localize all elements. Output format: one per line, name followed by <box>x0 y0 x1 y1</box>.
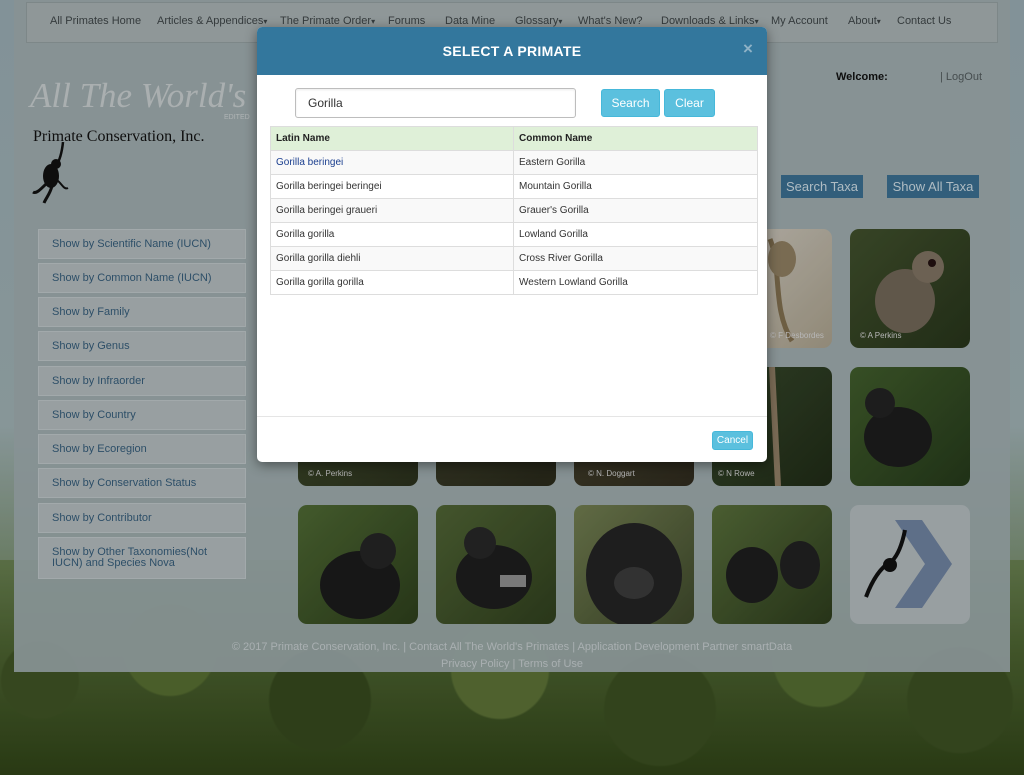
common-name-cell: Western Lowland Gorilla <box>513 270 758 295</box>
clear-button[interactable]: Clear <box>664 89 715 117</box>
select-primate-modal: SELECT A PRIMATE × Search Clear Latin Na… <box>257 27 767 462</box>
common-name-cell: Grauer's Gorilla <box>513 198 758 223</box>
search-button[interactable]: Search <box>601 89 660 117</box>
latin-name-cell[interactable]: Gorilla beringei graueri <box>270 198 514 223</box>
latin-name-cell[interactable]: Gorilla gorilla <box>270 222 514 247</box>
primate-search-input[interactable] <box>295 88 576 118</box>
latin-name-cell[interactable]: Gorilla beringei beringei <box>270 174 514 199</box>
modal-title: SELECT A PRIMATE <box>442 43 582 59</box>
column-header-latin-name: Latin Name <box>270 126 514 151</box>
table-row[interactable]: Gorilla beringei beringei Mountain Goril… <box>270 174 758 199</box>
common-name-cell: Cross River Gorilla <box>513 246 758 271</box>
common-name-cell: Eastern Gorilla <box>513 150 758 175</box>
latin-name-cell[interactable]: Gorilla beringei <box>270 150 514 175</box>
table-row[interactable]: Gorilla gorilla gorilla Western Lowland … <box>270 270 758 295</box>
common-name-cell: Lowland Gorilla <box>513 222 758 247</box>
results-table: Latin Name Common Name Gorilla beringei … <box>270 126 758 295</box>
table-row[interactable]: Gorilla gorilla Lowland Gorilla <box>270 222 758 247</box>
modal-footer: Cancel <box>257 416 767 462</box>
modal-header: SELECT A PRIMATE × <box>257 27 767 75</box>
table-header-row: Latin Name Common Name <box>270 126 758 151</box>
close-icon[interactable]: × <box>743 39 753 59</box>
table-row[interactable]: Gorilla beringei graueri Grauer's Gorill… <box>270 198 758 223</box>
table-row[interactable]: Gorilla beringei Eastern Gorilla <box>270 150 758 175</box>
latin-name-cell[interactable]: Gorilla gorilla gorilla <box>270 270 514 295</box>
common-name-cell: Mountain Gorilla <box>513 174 758 199</box>
latin-name-cell[interactable]: Gorilla gorilla diehli <box>270 246 514 271</box>
cancel-button[interactable]: Cancel <box>712 431 753 450</box>
column-header-common-name: Common Name <box>513 126 758 151</box>
table-row[interactable]: Gorilla gorilla diehli Cross River Goril… <box>270 246 758 271</box>
